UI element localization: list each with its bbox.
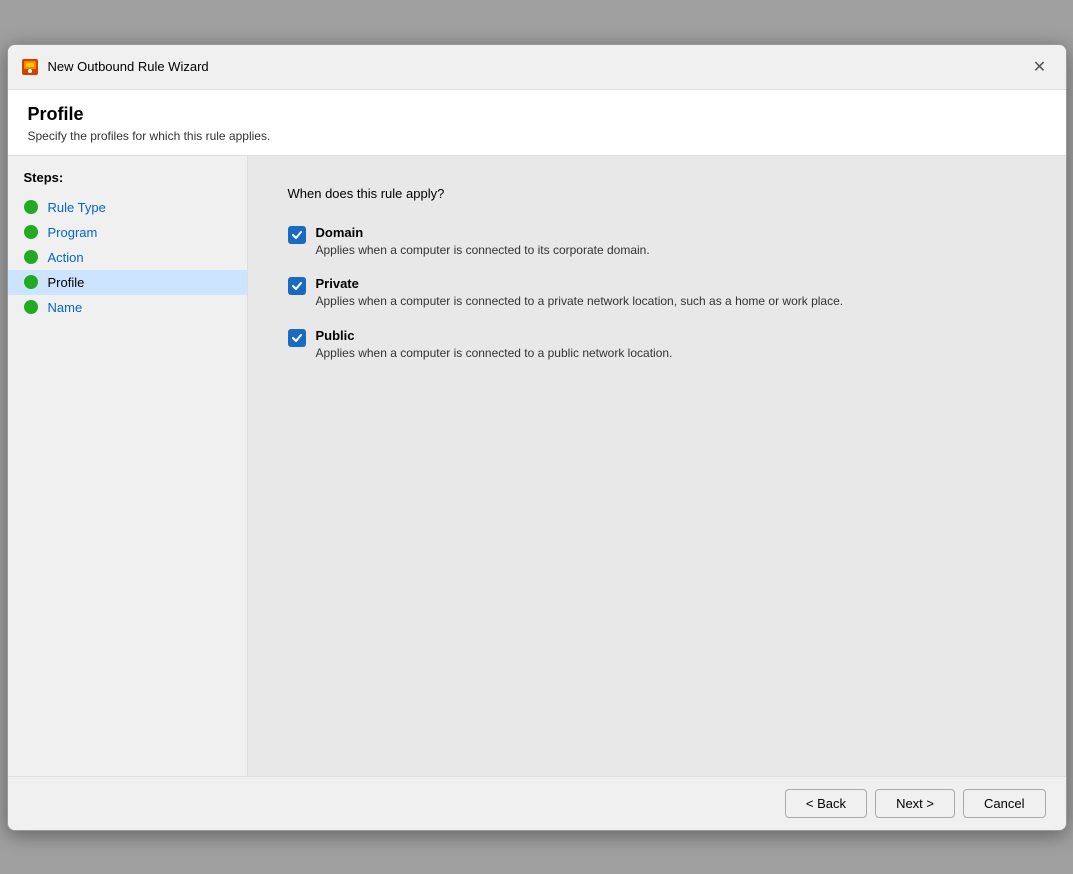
cancel-button[interactable]: Cancel: [963, 789, 1045, 818]
sidebar: Steps: Rule Type Program Action Profile …: [8, 156, 248, 776]
public-label: Public: [316, 328, 673, 343]
steps-label: Steps:: [8, 170, 247, 195]
public-checkbox[interactable]: [288, 329, 306, 347]
close-button[interactable]: ✕: [1026, 53, 1054, 81]
list-item: Domain Applies when a computer is connec…: [288, 225, 1026, 259]
sidebar-item-label-rule-type: Rule Type: [48, 200, 106, 215]
page-subtitle: Specify the profiles for which this rule…: [28, 129, 1046, 143]
content-area: Steps: Rule Type Program Action Profile …: [8, 156, 1066, 776]
wizard-window: New Outbound Rule Wizard ✕ Profile Speci…: [7, 44, 1067, 831]
sidebar-item-rule-type[interactable]: Rule Type: [8, 195, 247, 220]
title-bar: New Outbound Rule Wizard ✕: [8, 45, 1066, 90]
page-title: Profile: [28, 104, 1046, 125]
sidebar-item-label-name: Name: [48, 300, 83, 315]
step-dot-name: [24, 300, 38, 314]
step-dot-profile: [24, 275, 38, 289]
sidebar-item-name[interactable]: Name: [8, 295, 247, 320]
step-dot-rule-type: [24, 200, 38, 214]
step-dot-program: [24, 225, 38, 239]
window-title: New Outbound Rule Wizard: [48, 59, 209, 74]
public-description: Applies when a computer is connected to …: [316, 345, 673, 362]
private-label: Private: [316, 276, 844, 291]
back-button[interactable]: < Back: [785, 789, 867, 818]
rule-question: When does this rule apply?: [288, 186, 1026, 201]
list-item: Private Applies when a computer is conne…: [288, 276, 1026, 310]
sidebar-item-label-action: Action: [48, 250, 84, 265]
domain-label: Domain: [316, 225, 650, 240]
sidebar-item-label-program: Program: [48, 225, 98, 240]
step-dot-action: [24, 250, 38, 264]
sidebar-item-profile[interactable]: Profile: [8, 270, 247, 295]
sidebar-item-label-profile: Profile: [48, 275, 85, 290]
domain-checkbox[interactable]: [288, 226, 306, 244]
main-panel: When does this rule apply? Domain Applie…: [248, 156, 1066, 776]
sidebar-item-program[interactable]: Program: [8, 220, 247, 245]
page-header: Profile Specify the profiles for which t…: [8, 90, 1066, 156]
wizard-icon: [20, 57, 40, 77]
next-button[interactable]: Next >: [875, 789, 955, 818]
sidebar-item-action[interactable]: Action: [8, 245, 247, 270]
private-description: Applies when a computer is connected to …: [316, 293, 844, 310]
private-checkbox[interactable]: [288, 277, 306, 295]
domain-description: Applies when a computer is connected to …: [316, 242, 650, 259]
profile-options: Domain Applies when a computer is connec…: [288, 225, 1026, 362]
list-item: Public Applies when a computer is connec…: [288, 328, 1026, 362]
footer: < Back Next > Cancel: [8, 776, 1066, 830]
